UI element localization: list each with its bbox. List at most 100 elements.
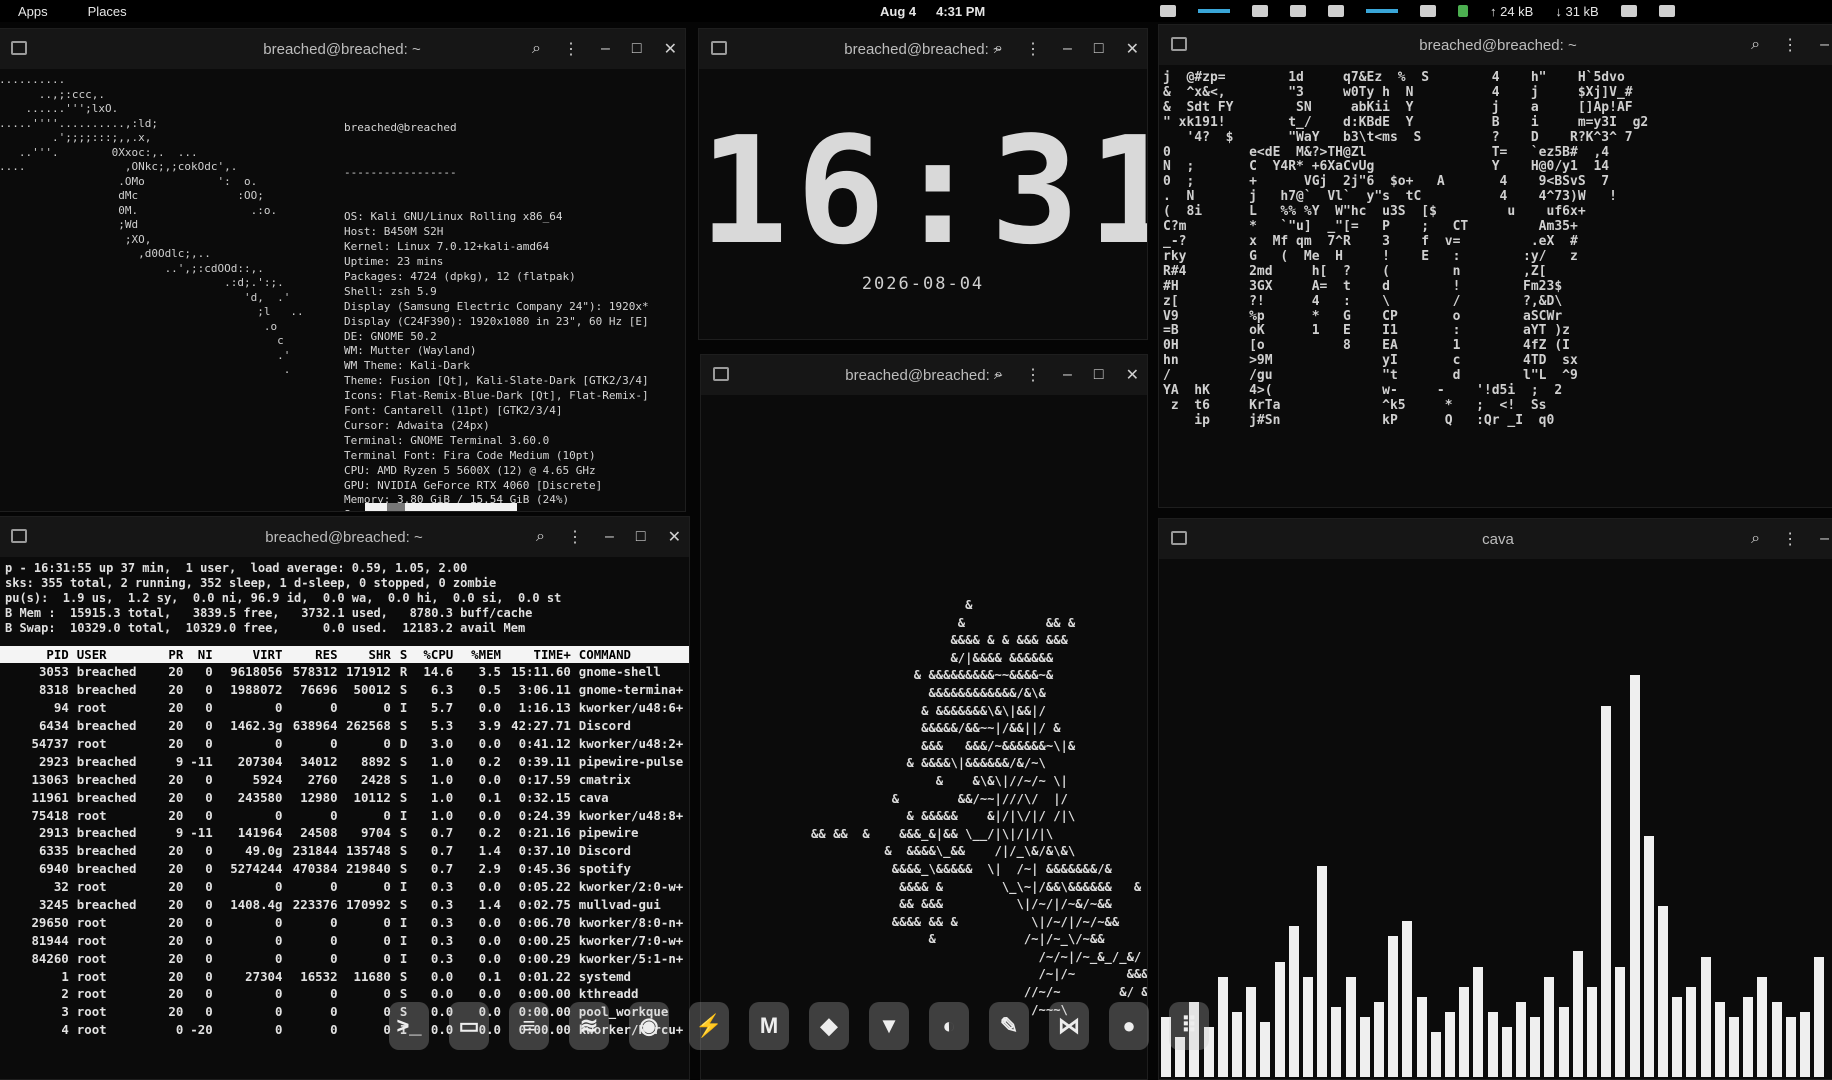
clock-indicator[interactable]: Aug 4 4:31 PM bbox=[880, 4, 985, 19]
table-row[interactable]: 32 root 20 0 0 0 0 I 0.3 0.0 0:05.22 kworker/2:0-w+ bbox=[0, 878, 689, 896]
new-tab-icon[interactable] bbox=[11, 529, 27, 543]
spotify-icon[interactable]: ≋ bbox=[569, 1002, 609, 1050]
close-icon[interactable]: ✕ bbox=[1126, 365, 1139, 385]
table-row[interactable]: 6434 breached 20 0 1462.3g 638964 262568 S 5.3 3.… bbox=[0, 717, 689, 735]
maximize-icon[interactable]: □ bbox=[1094, 366, 1104, 384]
cava-window[interactable]: cava ⌕ ⋮ – bbox=[1158, 518, 1832, 1080]
search-icon[interactable]: ⌕ bbox=[536, 528, 545, 546]
keyboard-icon[interactable] bbox=[1252, 5, 1268, 17]
info-line: Packages: 4724 (dpkg), 12 (flatpak) bbox=[344, 269, 576, 283]
apps-menu[interactable]: Apps bbox=[18, 4, 48, 19]
table-cell: 231844 bbox=[292, 843, 338, 859]
table-cell: 0 bbox=[205, 735, 213, 751]
steam-icon[interactable]: ● bbox=[1109, 1002, 1149, 1050]
cmatrix-window[interactable]: breached@breached: ~ ⌕ ⋮ – j @#zp= 1d q7… bbox=[1158, 24, 1832, 508]
maximize-icon[interactable]: □ bbox=[1094, 40, 1104, 58]
close-icon[interactable]: ✕ bbox=[664, 39, 677, 59]
volume-bar[interactable] bbox=[1198, 9, 1230, 13]
visualizer-bar bbox=[1658, 906, 1668, 1077]
bonsai-window[interactable]: breached@breached: ~ ⌕ ⋮ – □ ✕ & & && & bbox=[700, 354, 1148, 1080]
menu-icon[interactable]: ⋮ bbox=[563, 39, 579, 59]
places-menu[interactable]: Places bbox=[88, 4, 127, 19]
search-icon[interactable]: ⌕ bbox=[532, 40, 541, 58]
table-cell: -11 bbox=[190, 825, 213, 841]
cpu-bar bbox=[1366, 9, 1398, 13]
table-row[interactable]: 84260 root 20 0 0 0 0 I 0.3 0.0 0:00.29 kworker/5:1… bbox=[0, 950, 689, 968]
visualizer-bar bbox=[1601, 706, 1612, 1077]
table-cell: cava bbox=[578, 789, 609, 805]
clipboard-icon[interactable] bbox=[1620, 5, 1637, 17]
table-row[interactable]: 94 root 20 0 0 0 0 I 5.7 0.0 1:16.13 kworker/u48:6+ bbox=[0, 699, 689, 717]
new-tab-icon[interactable] bbox=[1171, 531, 1187, 545]
mullvad-icon[interactable]: M bbox=[749, 1002, 789, 1050]
new-tab-icon[interactable] bbox=[713, 367, 729, 381]
tool-icon[interactable]: ✎ bbox=[989, 1002, 1029, 1050]
files-icon[interactable]: ▭ bbox=[449, 1002, 489, 1050]
maximize-icon[interactable]: □ bbox=[636, 528, 646, 546]
table-row[interactable]: 11961 breached 20 0 243580 12980 10112 S 1.0 0.1 0… bbox=[0, 789, 689, 807]
table-row[interactable]: 81944 root 20 0 0 0 0 I 0.3 0.0 0:00.25 kworker/7:0… bbox=[0, 932, 689, 950]
vscode-icon[interactable]: ⋈ bbox=[1049, 1002, 1089, 1050]
search-icon[interactable]: ⌕ bbox=[1751, 530, 1760, 548]
search-icon[interactable]: ⌕ bbox=[1751, 36, 1760, 54]
table-cell: spotify bbox=[578, 861, 632, 877]
minimize-icon[interactable]: – bbox=[1063, 40, 1072, 58]
table-cell: 0:05.22 bbox=[518, 879, 571, 895]
settings-icon[interactable] bbox=[1160, 5, 1176, 17]
menu-icon[interactable]: ⋮ bbox=[1782, 529, 1798, 549]
new-tab-icon[interactable] bbox=[711, 41, 727, 55]
new-tab-icon[interactable] bbox=[1171, 37, 1187, 51]
thunder-icon[interactable]: ⚡ bbox=[689, 1002, 729, 1050]
table-row[interactable]: 75418 root 20 0 0 0 0 I 1.0 0.0 0:24.39 kworker/u48… bbox=[0, 807, 689, 825]
visualizer-bar bbox=[1246, 987, 1257, 1077]
burp-icon[interactable]: ◐ bbox=[929, 1002, 969, 1050]
discord-icon[interactable]: ◉ bbox=[629, 1002, 669, 1050]
table-row[interactable]: 8318 breached 20 0 1988072 76696 50012 S 6.3 0.5 3… bbox=[0, 681, 689, 699]
search-icon[interactable]: ⌕ bbox=[994, 366, 1003, 384]
minimize-icon[interactable]: – bbox=[1820, 530, 1829, 548]
table-cell: gnome-shell bbox=[578, 664, 661, 680]
close-icon[interactable]: ✕ bbox=[1126, 39, 1139, 59]
visualizer-bar bbox=[1629, 675, 1640, 1077]
terminal-icon[interactable]: >_ bbox=[389, 1002, 429, 1050]
minimize-icon[interactable]: – bbox=[605, 528, 614, 546]
menu-icon[interactable]: ⋮ bbox=[1025, 39, 1041, 59]
table-row[interactable]: 54737 root 20 0 0 0 0 D 3.0 0.0 0:41.12 kworker/u48… bbox=[0, 735, 689, 753]
drive-icon[interactable] bbox=[1290, 5, 1306, 17]
window-title: breached@breached: ~ bbox=[265, 528, 423, 546]
table-row[interactable]: 2913 breached 9 -11 141964 24508 9704 S 0.7 0.2 0:… bbox=[0, 824, 689, 842]
power-icon[interactable] bbox=[1658, 5, 1675, 17]
table-cell: root bbox=[76, 968, 107, 984]
table-cell: 8318 bbox=[38, 682, 69, 698]
table-row[interactable]: 3053 breached 20 0 9618056 578312 171912 R 14.6 3… bbox=[0, 663, 689, 681]
clock-window[interactable]: breached@breached: ~ ⌕ ⋮ – □ ✕ 16:31 202… bbox=[698, 28, 1148, 340]
table-cell: 3.9 bbox=[478, 718, 502, 734]
table-row[interactable]: 6940 breached 20 0 5274244 470384 219840 S 0.7 2.… bbox=[0, 860, 689, 878]
table-row[interactable]: 6335 breached 20 0 49.0g 231844 135748 S 0.7 1.4 0… bbox=[0, 842, 689, 860]
table-row[interactable]: 13063 breached 20 0 5924 2760 2428 S 1.0 0.0 0:17.… bbox=[0, 771, 689, 789]
brave-icon[interactable]: ▼ bbox=[869, 1002, 909, 1050]
menu-icon[interactable]: ⋮ bbox=[1025, 365, 1041, 385]
table-row[interactable]: 3245 breached 20 0 1408.4g 223376 170992 S 0.3 1.… bbox=[0, 896, 689, 914]
minimize-icon[interactable]: – bbox=[1063, 366, 1072, 384]
menu-icon[interactable]: ⋮ bbox=[567, 527, 583, 547]
network-icon[interactable] bbox=[1328, 5, 1344, 17]
table-row[interactable]: 1 root 20 0 27304 16532 11680 S 0.0 0.1 0:01.22 sys… bbox=[0, 968, 689, 986]
menu-icon[interactable]: ⋮ bbox=[1782, 35, 1798, 55]
lock-icon[interactable] bbox=[1458, 5, 1468, 17]
maximize-icon[interactable]: □ bbox=[632, 40, 642, 58]
new-tab-icon[interactable] bbox=[11, 41, 27, 55]
text-editor-icon[interactable]: ≡ bbox=[509, 1002, 549, 1050]
roblox-icon[interactable]: ◆ bbox=[809, 1002, 849, 1050]
minimize-icon[interactable]: – bbox=[1820, 36, 1829, 54]
table-cell: Discord bbox=[578, 843, 632, 859]
table-row[interactable]: 2923 breached 9 -11 207304 34012 8892 S 1.0 0.2 0:… bbox=[0, 753, 689, 771]
discord-tray-icon[interactable] bbox=[1420, 5, 1436, 17]
table-row[interactable]: 29650 root 20 0 0 0 0 I 0.3 0.0 0:06.70 kworker/8:0… bbox=[0, 914, 689, 932]
neofetch-window[interactable]: breached@breached: ~ ⌕ ⋮ – □ ✕ .........… bbox=[0, 28, 686, 512]
table-cell: -11 bbox=[190, 753, 213, 769]
search-icon[interactable]: ⌕ bbox=[994, 40, 1003, 58]
close-icon[interactable]: ✕ bbox=[668, 527, 681, 547]
minimize-icon[interactable]: – bbox=[601, 40, 610, 58]
app-grid-icon[interactable]: ⠿ bbox=[1169, 1002, 1209, 1050]
